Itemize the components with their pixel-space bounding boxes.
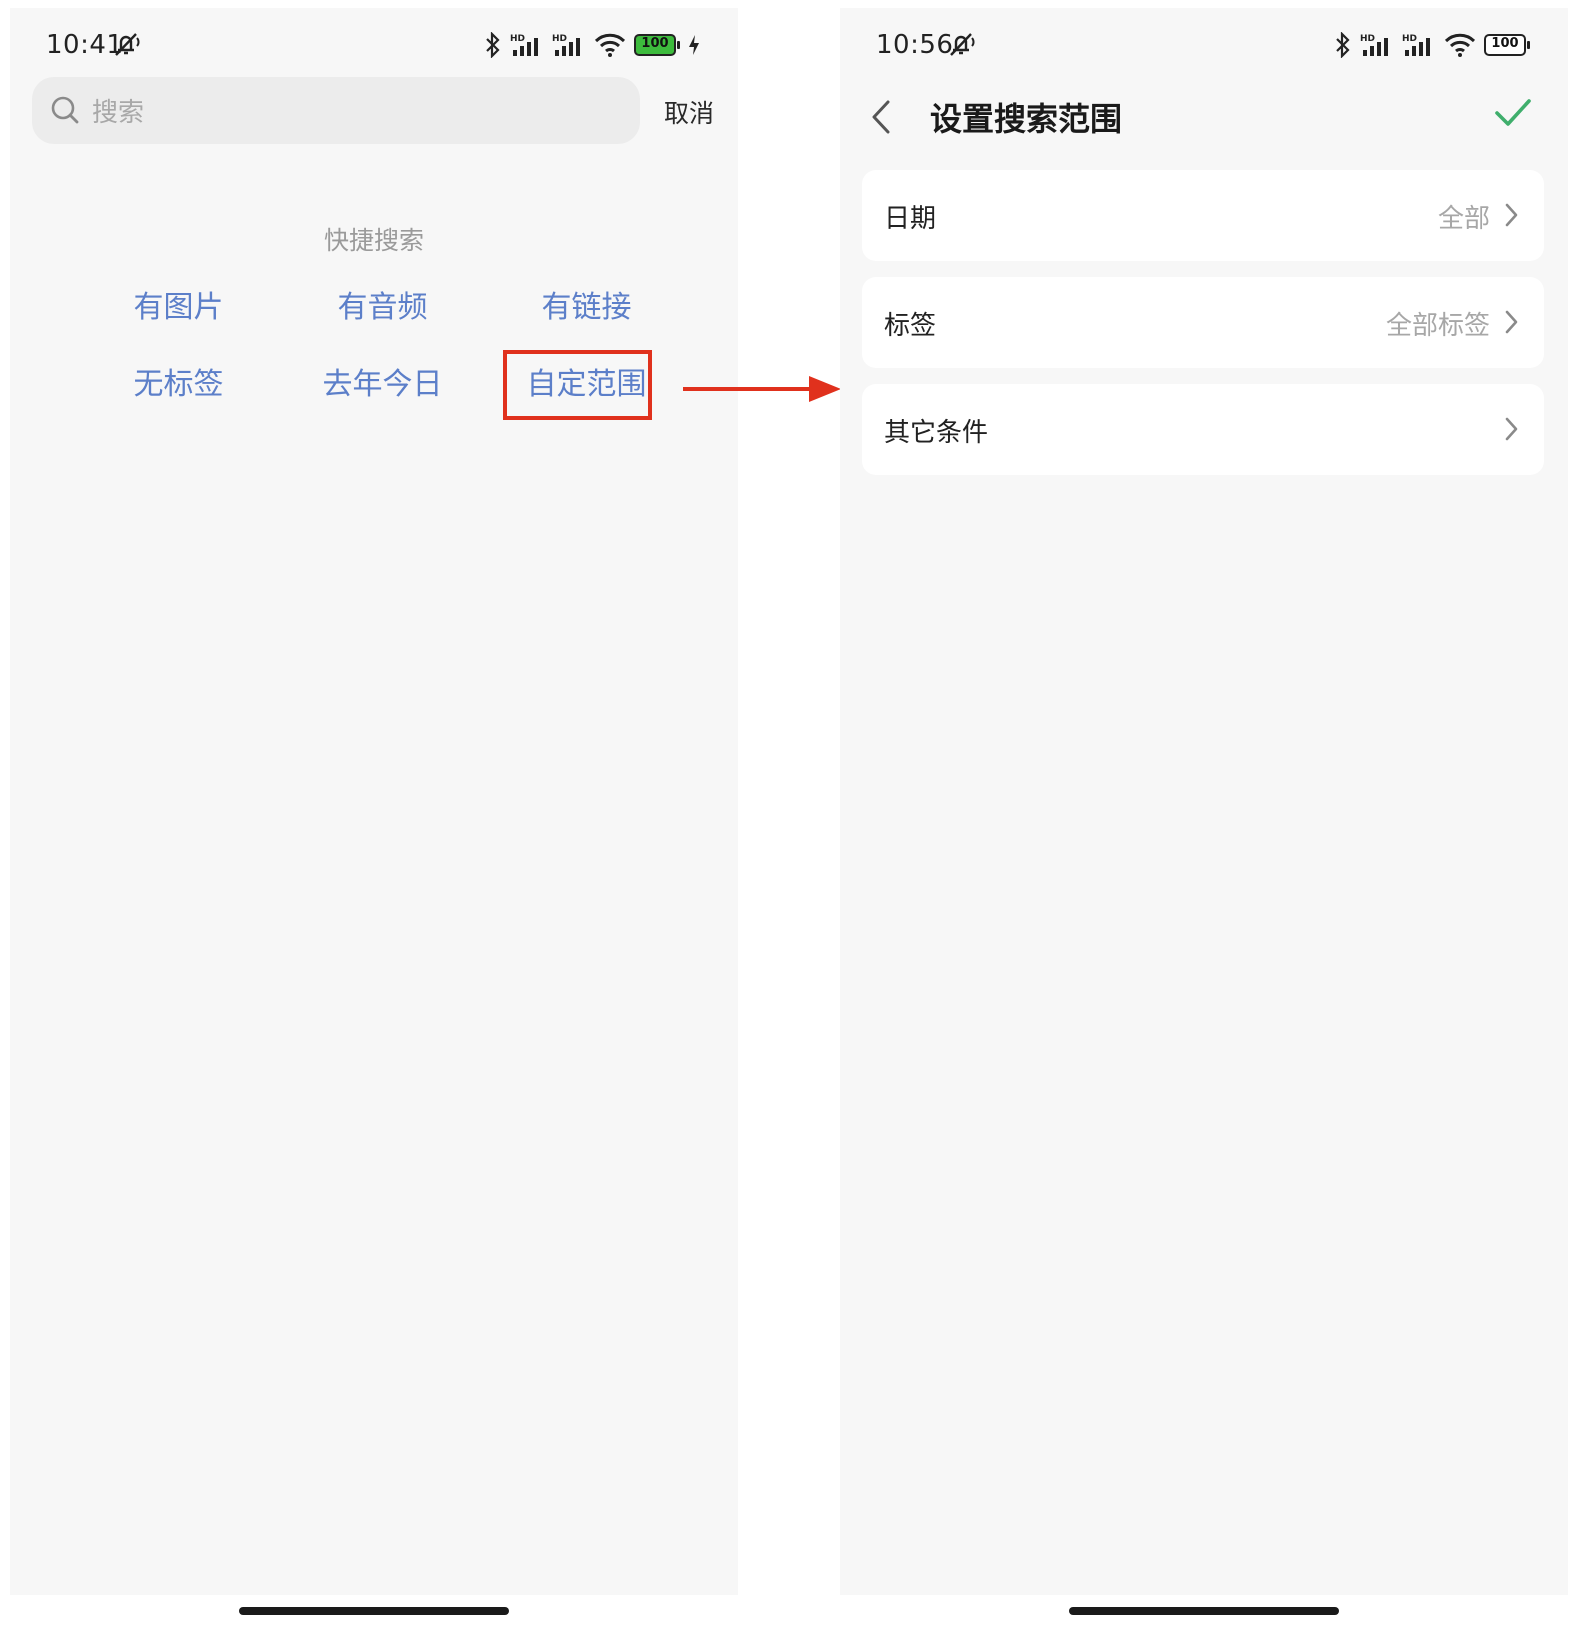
- quick-item-links[interactable]: 有链接: [484, 286, 689, 330]
- battery-level: 100: [1491, 36, 1519, 51]
- svg-text:HD: HD: [510, 34, 525, 44]
- charging-icon: [688, 34, 700, 56]
- wifi-icon: [594, 32, 626, 58]
- back-icon[interactable]: [870, 100, 892, 138]
- chevron-right-icon: [1504, 310, 1518, 338]
- arrow-right-icon: [683, 372, 843, 410]
- signal-icon: HD: [552, 32, 586, 58]
- row-value: 全部: [1437, 204, 1490, 234]
- search-screen: 10:41 HD HD 100 搜索 取消 快捷搜索 有图片 有音频 有链接 无…: [10, 8, 738, 1615]
- svg-text:HD: HD: [1402, 34, 1417, 44]
- signal-icon: HD: [510, 32, 544, 58]
- row-date[interactable]: 日期 全部: [862, 170, 1544, 261]
- page-title: 设置搜索范围: [930, 100, 1123, 138]
- quick-item-audio[interactable]: 有音频: [280, 286, 485, 330]
- chevron-right-icon: [1504, 417, 1518, 445]
- home-indicator: [239, 1607, 509, 1615]
- cancel-button[interactable]: 取消: [664, 94, 714, 130]
- home-indicator: [1069, 1607, 1339, 1615]
- status-icons: HD HD 100: [484, 32, 700, 58]
- quick-item-images[interactable]: 有图片: [76, 286, 281, 330]
- search-icon: [50, 95, 80, 129]
- svg-text:HD: HD: [552, 34, 567, 44]
- search-placeholder: 搜索: [92, 98, 145, 128]
- row-value: 全部标签: [1385, 311, 1490, 341]
- mute-icon: [947, 30, 975, 62]
- status-time: 10:56: [876, 30, 954, 60]
- quick-item-no-tags[interactable]: 无标签: [76, 363, 281, 407]
- status-bar: 10:41 HD HD 100: [10, 8, 738, 84]
- row-tags[interactable]: 标签 全部标签: [862, 277, 1544, 368]
- row-label: 其它条件: [884, 418, 989, 448]
- search-range-screen: 10:56 HD HD 100 设置搜索范围 日期 全部 标签 全部标签 其它条…: [840, 8, 1568, 1615]
- quick-search-title: 快捷搜索: [323, 226, 424, 255]
- signal-icon: HD: [1360, 32, 1394, 58]
- highlight-box: [503, 350, 652, 420]
- status-icons: HD HD 100: [1334, 32, 1530, 58]
- wifi-icon: [1444, 32, 1476, 58]
- row-label: 标签: [884, 311, 937, 341]
- check-icon[interactable]: [1494, 98, 1532, 132]
- quick-item-this-day-last-year[interactable]: 去年今日: [280, 363, 485, 407]
- battery-icon: 100: [634, 34, 680, 56]
- battery-level: 100: [641, 36, 669, 51]
- bluetooth-icon: [484, 32, 502, 58]
- status-bar: 10:56 HD HD 100: [840, 8, 1568, 84]
- signal-icon: HD: [1402, 32, 1436, 58]
- bluetooth-icon: [1334, 32, 1352, 58]
- svg-text:HD: HD: [1360, 34, 1375, 44]
- battery-icon: 100: [1484, 34, 1530, 56]
- row-label: 日期: [884, 204, 937, 234]
- mute-icon: [112, 30, 140, 62]
- chevron-right-icon: [1504, 203, 1518, 231]
- row-other-conditions[interactable]: 其它条件: [862, 384, 1544, 475]
- search-input[interactable]: 搜索: [32, 77, 640, 144]
